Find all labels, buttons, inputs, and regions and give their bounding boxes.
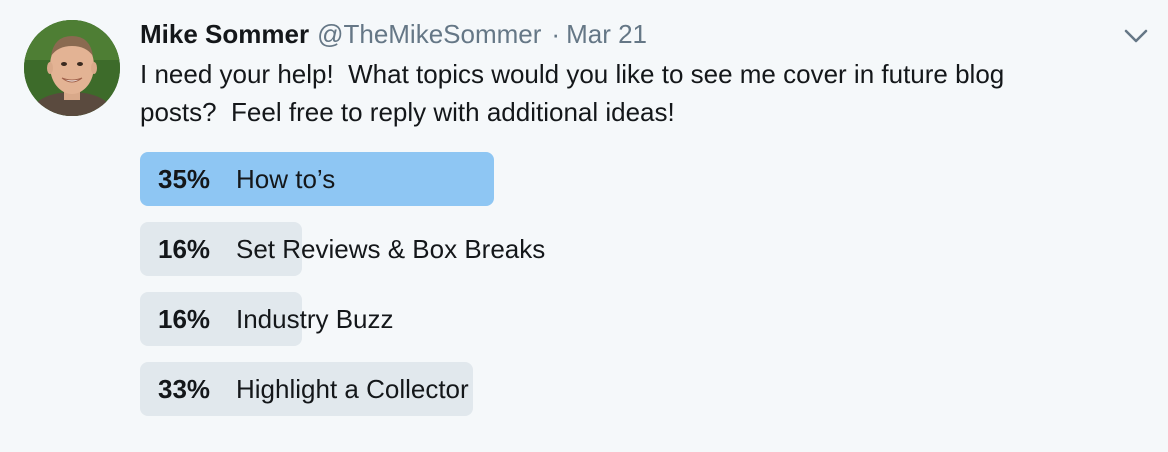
- poll-content: 35% How to’s: [158, 152, 335, 206]
- poll-content: 33% Highlight a Collector: [158, 362, 469, 416]
- poll-option: 33% Highlight a Collector: [140, 362, 1120, 416]
- poll-label: How to’s: [236, 163, 336, 194]
- poll-percent: 16%: [158, 303, 211, 334]
- chevron-down-icon[interactable]: [1122, 26, 1150, 46]
- tweet-date[interactable]: Mar 21: [566, 16, 647, 52]
- avatar[interactable]: [24, 20, 120, 116]
- tweet: Mike Sommer @TheMikeSommer · Mar 21 I ne…: [0, 0, 1168, 452]
- poll-content: 16% Industry Buzz: [158, 292, 394, 346]
- poll-content: 16% Set Reviews & Box Breaks: [158, 222, 545, 276]
- poll-option: 16% Set Reviews & Box Breaks: [140, 222, 1120, 276]
- tweet-text: I need your help! What topics would you …: [140, 59, 1005, 127]
- separator-dot: ·: [551, 19, 561, 49]
- tweet-header: Mike Sommer @TheMikeSommer · Mar 21: [140, 16, 647, 52]
- poll-percent: 35%: [158, 163, 211, 194]
- poll-option: 35% How to’s: [140, 152, 1120, 206]
- poll-label: Highlight a Collector: [236, 373, 469, 404]
- author-name[interactable]: Mike Sommer: [140, 16, 309, 52]
- poll-percent: 33%: [158, 373, 211, 404]
- avatar-image: [24, 20, 120, 116]
- poll-label: Industry Buzz: [236, 303, 394, 334]
- poll-option: 16% Industry Buzz: [140, 292, 1120, 346]
- author-handle[interactable]: @TheMikeSommer: [317, 16, 541, 52]
- poll-label: Set Reviews & Box Breaks: [236, 233, 546, 264]
- poll-percent: 16%: [158, 233, 211, 264]
- poll: 35% How to’s 16% Set Reviews & Box Break…: [140, 152, 1120, 432]
